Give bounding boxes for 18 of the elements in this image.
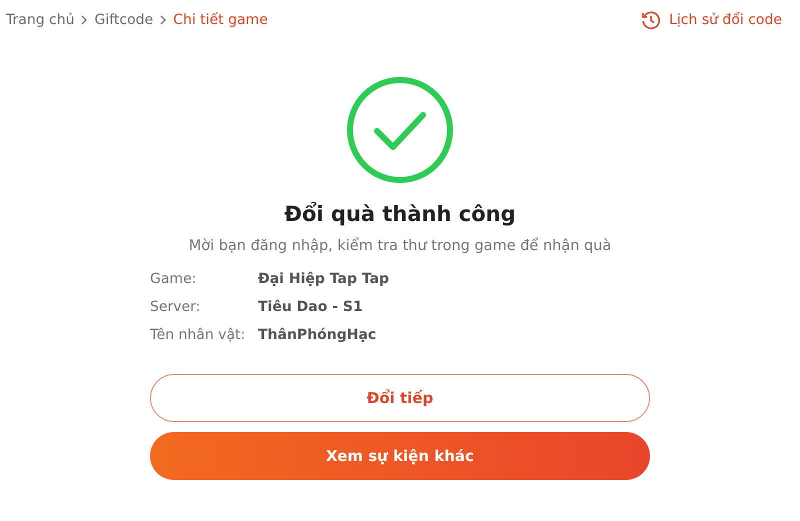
instruction-text: Mời bạn đăng nhập, kiểm tra thư trong game để nhận quà: [188, 238, 612, 254]
history-icon: [641, 10, 662, 30]
chevron-icon: [80, 15, 88, 25]
detail-value: Tiêu Dao - S1: [258, 298, 364, 316]
success-check-icon: [346, 76, 454, 184]
breadcrumb-link[interactable]: Chi tiết game: [173, 12, 268, 28]
breadcrumb-link[interactable]: Trang chủ: [6, 12, 74, 28]
detail-label: Server:: [150, 298, 202, 316]
other-events-button[interactable]: Xem sự kiện khác: [150, 432, 650, 480]
detail-value: Đại Hiệp Tap Tap: [258, 270, 390, 288]
redeem-again-button[interactable]: Đổi tiếp: [150, 374, 650, 422]
detail-label: Tên nhân vật:: [150, 326, 246, 344]
breadcrumb-link[interactable]: Giftcode: [94, 12, 154, 28]
chevron-icon: [159, 15, 168, 25]
success-title: Đổi quà thành công: [284, 202, 516, 226]
history-link[interactable]: Lịch sử đổi code: [669, 12, 782, 28]
detail-value: ThânPhóngHạc: [258, 326, 378, 344]
detail-label: Game:: [150, 270, 198, 288]
